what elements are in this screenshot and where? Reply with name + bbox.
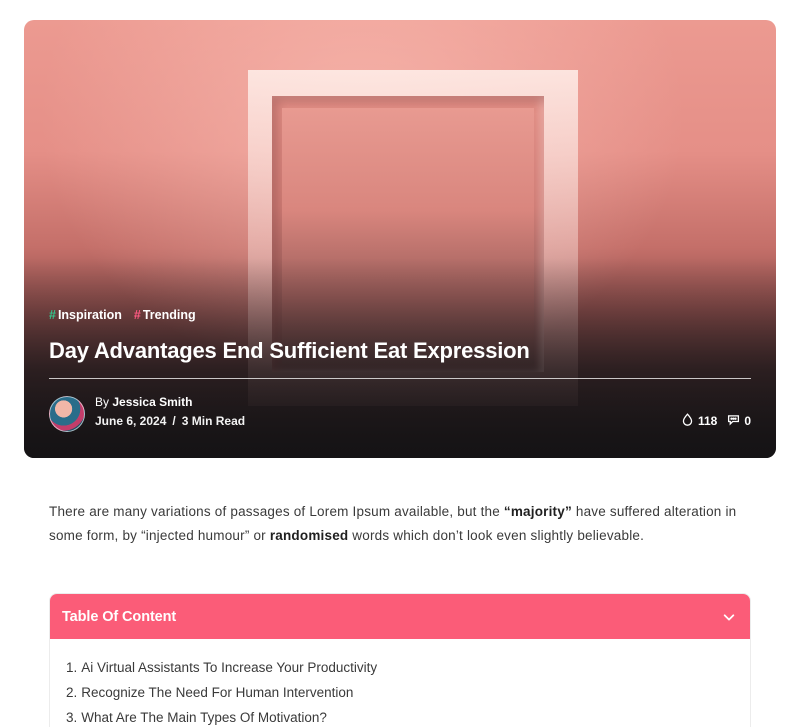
- post-date: June 6, 2024: [95, 414, 167, 428]
- tag-trending[interactable]: # Trending: [134, 308, 196, 322]
- intro-text: words which don’t look even slightly bel…: [348, 528, 645, 543]
- toc-item[interactable]: 3. What Are The Main Types Of Motivation…: [66, 705, 734, 727]
- views-stat: 118: [681, 413, 717, 429]
- toc-item-label[interactable]: Ai Virtual Assistants To Increase Your P…: [81, 655, 377, 680]
- drop-icon: [681, 413, 694, 429]
- toc-title: Table Of Content: [62, 608, 177, 625]
- read-time: 3 Min Read: [181, 414, 246, 428]
- tag-hash: #: [49, 308, 56, 322]
- toc-list: 1. Ai Virtual Assistants To Increase You…: [50, 639, 750, 727]
- toc-item[interactable]: 1. Ai Virtual Assistants To Increase You…: [66, 655, 734, 680]
- post-meta: June 6, 2024 / 3 Min Read: [95, 414, 245, 428]
- table-of-content: Table Of Content 1. Ai Virtual Assistant…: [49, 593, 751, 727]
- author-prefix: By: [95, 395, 110, 409]
- tag-label: Inspiration: [57, 308, 122, 322]
- tag-label: Trending: [142, 308, 196, 322]
- toc-item-label[interactable]: Recognize The Need For Human Interventio…: [81, 680, 353, 705]
- hero-divider: [49, 378, 751, 379]
- intro-bold: randomised: [269, 528, 349, 543]
- post-stats: 118 0: [681, 413, 751, 429]
- chevron-down-icon[interactable]: [722, 610, 736, 624]
- toc-item-number: 2.: [66, 685, 78, 700]
- tag-list: # Inspiration # Trending: [49, 308, 196, 322]
- comment-icon: [727, 413, 740, 429]
- toc-item-label[interactable]: What Are The Main Types Of Motivation?: [81, 705, 327, 727]
- hero-banner[interactable]: # Inspiration # Trending Day Advantages En…: [24, 20, 776, 458]
- comments-stat[interactable]: 0: [727, 413, 751, 429]
- toc-item[interactable]: 2. Recognize The Need For Human Interven…: [66, 680, 734, 705]
- toc-item-number: 1.: [66, 660, 78, 675]
- intro-bold: “majority”: [503, 504, 572, 519]
- tag-inspiration[interactable]: # Inspiration: [49, 308, 122, 322]
- author-byline: By Jessica Smith: [95, 395, 192, 409]
- post-title[interactable]: Day Advantages End Sufficient Eat Expres…: [49, 338, 749, 364]
- toc-toggle[interactable]: Table Of Content: [50, 594, 750, 639]
- meta-separator: /: [172, 414, 176, 428]
- views-count: 118: [697, 414, 718, 428]
- toc-item-number: 3.: [66, 710, 78, 725]
- author-name-link[interactable]: Jessica Smith: [112, 395, 192, 409]
- comments-count: 0: [744, 414, 751, 428]
- tag-hash: #: [133, 308, 141, 322]
- author-avatar[interactable]: [49, 396, 85, 432]
- intro-text: There are many variations of passages of…: [49, 504, 504, 519]
- intro-paragraph: There are many variations of passages of…: [49, 500, 739, 548]
